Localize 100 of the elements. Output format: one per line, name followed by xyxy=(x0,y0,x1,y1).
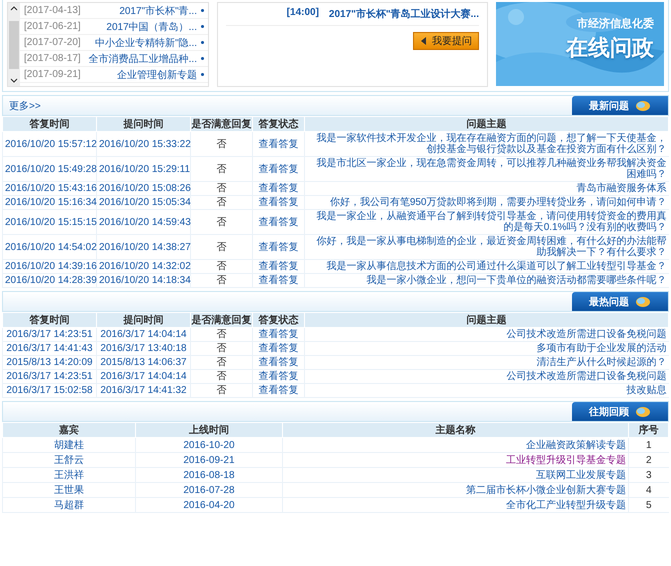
chat-bubble-icon xyxy=(635,100,651,112)
table-cell: 2016/3/17 14:41:43 xyxy=(2,342,96,356)
topic-date: [2017-06-21] xyxy=(24,21,81,32)
section-title: 往期回顾 xyxy=(589,406,629,418)
question-link[interactable]: 公司技术改造所需进口设备免税问题 xyxy=(304,328,668,342)
column-header: 上线时间 xyxy=(136,422,282,438)
column-header: 问题主题 xyxy=(304,312,668,328)
table-cell: 2015/8/13 14:06:37 xyxy=(96,356,190,370)
table-cell: 否 xyxy=(190,196,252,210)
section-title: 最热问题 xyxy=(589,296,629,308)
column-header: 提问时间 xyxy=(96,116,190,132)
table-cell: 王洪祥 xyxy=(2,468,136,482)
table-cell: 否 xyxy=(190,342,252,356)
column-header: 嘉宾 xyxy=(2,422,136,438)
question-link[interactable]: 技改贴息 xyxy=(304,384,668,398)
question-link[interactable]: 你好，我是一家从事电梯制造的企业，最近资金周转困难，有什么好的办法能帮助我解决一下？有什么要求？ xyxy=(304,234,668,260)
question-link[interactable]: 我是市北区一家企业，现在急需资金周转，可以推荐几种融资业务帮我解决资金困难吗？ xyxy=(304,156,668,182)
view-reply-link[interactable]: 查看答复 xyxy=(252,328,304,342)
question-link[interactable]: 青岛市融资服务体系 xyxy=(304,182,668,196)
table-cell: 否 xyxy=(190,384,252,398)
table-cell: 否 xyxy=(190,132,252,156)
table-cell: 2016/10/20 14:39:16 xyxy=(2,260,96,274)
view-reply-link[interactable]: 查看答复 xyxy=(252,260,304,274)
view-reply-link[interactable]: 查看答复 xyxy=(252,196,304,210)
headline-link[interactable]: 2017"市长杯"青岛工业设计大赛... xyxy=(328,7,479,21)
topic-link[interactable]: 互联网工业发展专题 xyxy=(282,468,629,482)
topic-link[interactable]: 工业转型升级引导基金专题 xyxy=(282,452,629,468)
bullet-icon xyxy=(201,9,204,12)
question-link[interactable]: 你好，我公司有笔950万贷款即将到期，需要办理转贷业务，请问如何申请？ xyxy=(304,196,668,210)
table-cell: 否 xyxy=(190,210,252,234)
topic-link[interactable]: 2017"市长杯"青... xyxy=(119,4,197,18)
topic-link[interactable]: 全市消费品工业增品种... xyxy=(88,52,197,66)
column-header: 是否满意回复 xyxy=(190,312,252,328)
column-header: 是否满意回复 xyxy=(190,116,252,132)
question-link[interactable]: 清洁生产从什么时候起源的？ xyxy=(304,356,668,370)
topic-link[interactable]: 2017中国（青岛）... xyxy=(106,20,197,34)
column-header: 提问时间 xyxy=(96,312,190,328)
table-cell: 2016/3/17 14:04:14 xyxy=(96,370,190,384)
column-header: 主题名称 xyxy=(282,422,629,438)
table-cell: 2016-07-28 xyxy=(136,482,282,498)
topic-date: [2017-09-21] xyxy=(24,69,81,80)
table-cell: 2 xyxy=(628,452,668,468)
view-reply-link[interactable]: 查看答复 xyxy=(252,210,304,234)
question-link[interactable]: 多项市有助于企业发展的活动 xyxy=(304,342,668,356)
table-cell: 否 xyxy=(190,370,252,384)
scroll-down-icon[interactable] xyxy=(10,78,18,84)
bullet-icon xyxy=(201,73,204,76)
view-reply-link[interactable]: 查看答复 xyxy=(252,356,304,370)
table-cell: 1 xyxy=(628,438,668,452)
topic-link[interactable]: 全市化工产业转型升级专题 xyxy=(282,498,629,512)
table-cell: 2015/8/13 14:20:09 xyxy=(2,356,96,370)
column-header: 答复状态 xyxy=(252,116,304,132)
scroll-up-icon[interactable] xyxy=(10,5,18,11)
table-cell: 2016/10/20 15:57:12 xyxy=(2,132,96,156)
view-reply-link[interactable]: 查看答复 xyxy=(252,274,304,288)
arrow-left-icon xyxy=(420,37,428,45)
table-cell: 2016/10/20 15:49:28 xyxy=(2,156,96,182)
more-link[interactable]: 更多>> xyxy=(3,98,41,112)
question-link[interactable]: 公司技术改造所需进口设备免税问题 xyxy=(304,370,668,384)
column-header: 答复时间 xyxy=(2,116,96,132)
table-cell: 2016/3/17 13:40:18 xyxy=(96,342,190,356)
chat-bubble-icon xyxy=(635,406,651,418)
view-reply-link[interactable]: 查看答复 xyxy=(252,384,304,398)
topic-link[interactable]: 企业融资政策解读专题 xyxy=(282,438,629,452)
column-header: 答复时间 xyxy=(2,312,96,328)
topic-date: [2017-04-13] xyxy=(24,5,81,16)
bullet-icon xyxy=(201,25,204,28)
view-reply-link[interactable]: 查看答复 xyxy=(252,182,304,196)
table-cell: 2016/10/20 15:08:26 xyxy=(96,182,190,196)
view-reply-link[interactable]: 查看答复 xyxy=(252,156,304,182)
table-cell: 否 xyxy=(190,234,252,260)
view-reply-link[interactable]: 查看答复 xyxy=(252,132,304,156)
table-cell: 2016/3/17 14:23:51 xyxy=(2,328,96,342)
view-reply-link[interactable]: 查看答复 xyxy=(252,234,304,260)
table-cell: 否 xyxy=(190,156,252,182)
scrollbar[interactable] xyxy=(8,3,20,86)
question-link[interactable]: 我是一家软件技术开发企业，现在存在融资方面的问题，想了解一下天使基金，创投基金与银行贷款以及基金在投资方面有什么区别？ xyxy=(304,132,668,156)
topic-link[interactable]: 第二届市长杯小微企业创新大赛专题 xyxy=(282,482,629,498)
table-cell: 2016/10/20 14:38:27 xyxy=(96,234,190,260)
ask-button[interactable]: 我要提问 xyxy=(413,32,479,50)
table-cell: 2016/10/20 15:15:15 xyxy=(2,210,96,234)
column-header: 序号 xyxy=(628,422,668,438)
view-reply-link[interactable]: 查看答复 xyxy=(252,370,304,384)
table-cell: 2016/3/17 14:04:14 xyxy=(96,328,190,342)
banner-title: 在线问政 xyxy=(566,34,654,62)
table-cell: 王世果 xyxy=(2,482,136,498)
table-cell: 2016-04-20 xyxy=(136,498,282,512)
table-cell: 4 xyxy=(628,482,668,498)
topic-link[interactable]: 企业管理创新专题 xyxy=(117,68,197,82)
table-cell: 2016/3/17 14:23:51 xyxy=(2,370,96,384)
question-link[interactable]: 我是一家企业，从融资通平台了解到转贷引导基金，请问使用转贷资金的费用真的是每天0.1%吗？没有别的收费吗？ xyxy=(304,210,668,234)
table-cell: 否 xyxy=(190,328,252,342)
question-link[interactable]: 我是一家小微企业，想问一下贵单位的融资活动都需要哪些条件呢？ xyxy=(304,274,668,288)
question-link[interactable]: 我是一家从事信息技术方面的公司通过什么渠道可以了解工业转型引导基金？ xyxy=(304,260,668,274)
banner-subtitle: 市经济信息化委 xyxy=(577,16,654,31)
section-title: 最新问题 xyxy=(589,99,629,112)
view-reply-link[interactable]: 查看答复 xyxy=(252,342,304,356)
table-cell: 3 xyxy=(628,468,668,482)
table-cell: 2016/10/20 14:18:34 xyxy=(96,274,190,288)
topic-link[interactable]: 中小企业专精特新"隐... xyxy=(95,36,197,50)
